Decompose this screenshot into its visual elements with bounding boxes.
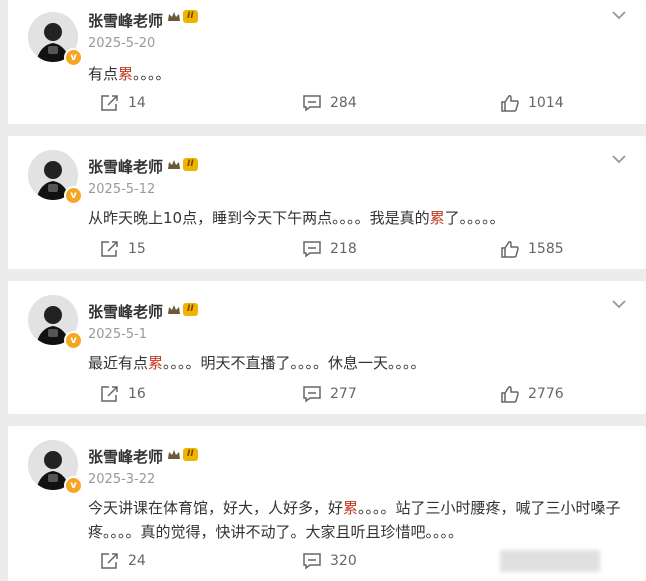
comment-count: 284: [330, 95, 357, 111]
highlight-keyword[interactable]: 累: [430, 209, 445, 227]
share-button[interactable]: 15: [100, 240, 146, 258]
post-content: 最近有点累。。。。明天不直播了。。。。休息一天。。。。: [88, 351, 634, 375]
share-count: 15: [128, 241, 146, 257]
level-label: II: [183, 448, 198, 461]
share-icon: [101, 241, 118, 257]
content-text: 最近有点: [88, 354, 149, 372]
like-icon: [501, 241, 519, 258]
share-icon: [101, 553, 118, 569]
content-text: 了。。。。。: [444, 209, 505, 227]
blurred-watermark: [500, 550, 600, 572]
username[interactable]: 张雪峰老师: [88, 301, 163, 322]
like-count: 1014: [528, 95, 564, 111]
verified-icon: v: [64, 476, 83, 495]
content-text: 。。。。明天不直播了。。。。休息一天。。。。: [163, 354, 426, 372]
like-button[interactable]: 1014: [500, 94, 564, 112]
action-bar: 15 218 1585: [8, 240, 646, 262]
comment-button[interactable]: 218: [302, 240, 357, 258]
crown-icon: [168, 449, 180, 459]
comment-icon: [303, 386, 321, 403]
crown-icon: [168, 304, 180, 314]
action-bar: 14 284 1014: [8, 94, 646, 116]
comment-button[interactable]: 277: [302, 385, 357, 403]
comment-icon: [303, 553, 321, 570]
user-level-badge[interactable]: II: [167, 10, 198, 23]
level-label: II: [183, 158, 198, 171]
comment-count: 218: [330, 241, 357, 257]
chevron-down-icon[interactable]: [608, 293, 630, 315]
post-date[interactable]: 2025-5-12: [88, 182, 155, 197]
comment-count: 320: [330, 553, 357, 569]
weibo-feed: v 张雪峰老师 II 2025-5-20 有点累。。。。 14 284 1014: [0, 0, 646, 581]
like-icon: [501, 386, 519, 403]
share-count: 16: [128, 386, 146, 402]
level-label: II: [183, 10, 198, 23]
comment-button[interactable]: 320: [302, 552, 357, 570]
username[interactable]: 张雪峰老师: [88, 446, 163, 467]
user-level-badge[interactable]: II: [167, 303, 198, 316]
like-icon: [501, 95, 519, 112]
post-content: 从昨天晚上10点，睡到今天下午两点。。。。我是真的累了。。。。。: [88, 206, 634, 230]
highlight-keyword[interactable]: 累: [343, 499, 358, 517]
share-count: 14: [128, 95, 146, 111]
comment-button[interactable]: 284: [302, 94, 357, 112]
like-count: 2776: [528, 386, 564, 402]
username[interactable]: 张雪峰老师: [88, 10, 163, 31]
level-label: II: [183, 303, 198, 316]
verified-icon: v: [64, 186, 83, 205]
post-card: v 张雪峰老师 II 2025-5-12 从昨天晚上10点，睡到今天下午两点。。…: [8, 136, 646, 269]
share-count: 24: [128, 553, 146, 569]
post-date[interactable]: 2025-5-1: [88, 327, 147, 342]
like-button[interactable]: 1585: [500, 240, 564, 258]
post-card: v 张雪峰老师 II 2025-5-20 有点累。。。。 14 284 1014: [8, 0, 646, 124]
post-date[interactable]: 2025-3-22: [88, 472, 155, 487]
crown-icon: [168, 11, 180, 21]
verified-icon: v: [64, 331, 83, 350]
crown-icon: [168, 159, 180, 169]
share-button[interactable]: 24: [100, 552, 146, 570]
share-button[interactable]: 14: [100, 94, 146, 112]
comment-icon: [303, 241, 321, 258]
content-text: 有点: [88, 65, 119, 83]
share-button[interactable]: 16: [100, 385, 146, 403]
content-text: 。。。。: [133, 65, 171, 83]
content-text: 从昨天晚上10点，睡到今天下午两点。。。。我是真的: [88, 209, 430, 227]
like-count: 1585: [528, 241, 564, 257]
like-button[interactable]: 2776: [500, 385, 564, 403]
post-content: 有点累。。。。: [88, 62, 634, 86]
post-date[interactable]: 2025-5-20: [88, 36, 155, 51]
share-icon: [101, 386, 118, 402]
share-icon: [101, 95, 118, 111]
action-bar: 16 277 2776: [8, 385, 646, 407]
chevron-down-icon[interactable]: [608, 148, 630, 170]
user-level-badge[interactable]: II: [167, 158, 198, 171]
post-content: 今天讲课在体育馆，好大，人好多，好累。。。。站了三小时腰疼，喊了三小时嗓子疼。。…: [88, 496, 634, 544]
verified-icon: v: [64, 48, 83, 67]
highlight-keyword[interactable]: 累: [118, 65, 133, 83]
comment-count: 277: [330, 386, 357, 402]
content-text: 今天讲课在体育馆，好大，人好多，好: [88, 499, 344, 517]
user-level-badge[interactable]: II: [167, 448, 198, 461]
post-card: v 张雪峰老师 II 2025-5-1 最近有点累。。。。明天不直播了。。。。休…: [8, 281, 646, 414]
comment-icon: [303, 95, 321, 112]
chevron-down-icon[interactable]: [608, 4, 630, 26]
username[interactable]: 张雪峰老师: [88, 156, 163, 177]
highlight-keyword[interactable]: 累: [148, 354, 163, 372]
